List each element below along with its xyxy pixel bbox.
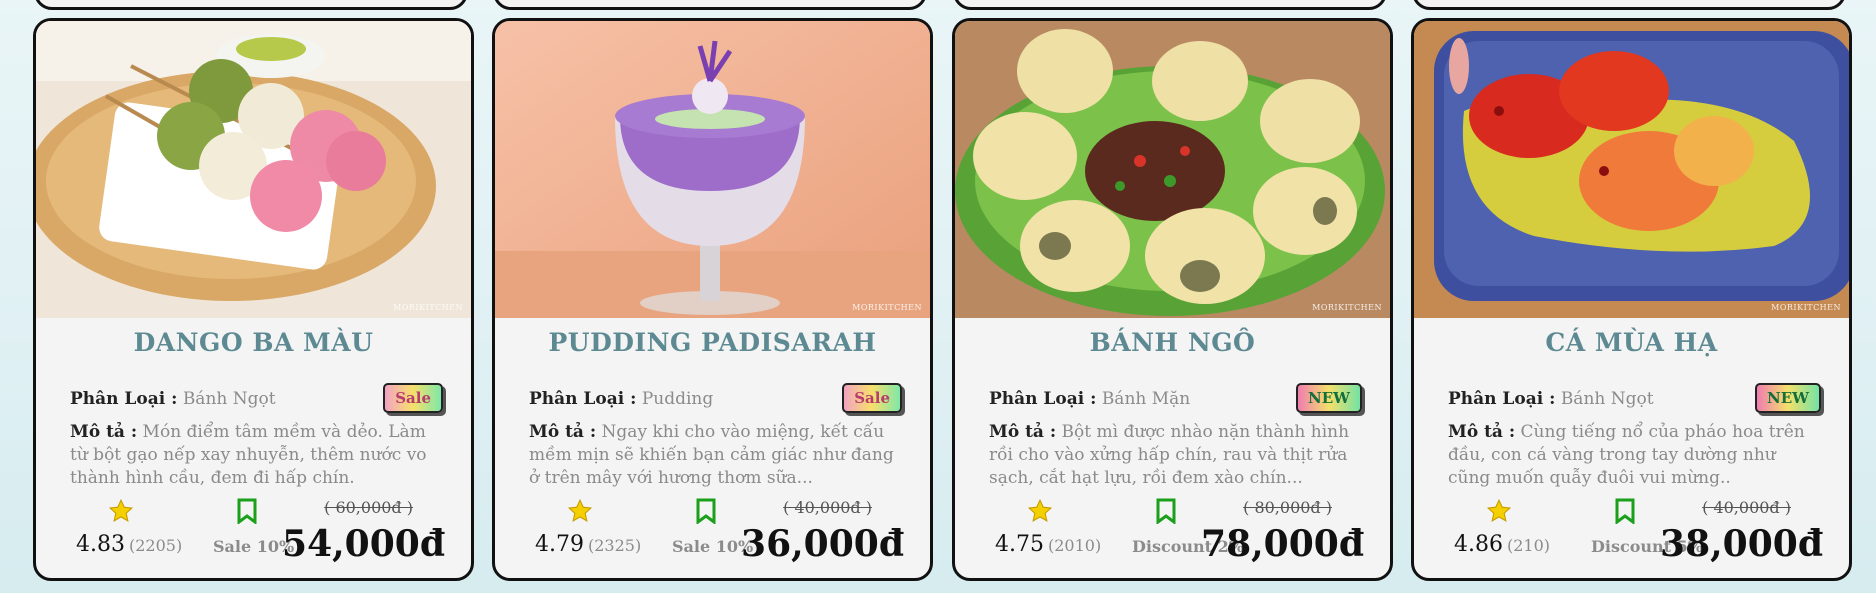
category-label: Phân Loại : — [989, 389, 1097, 409]
star-icon — [108, 498, 134, 528]
rating: 4.75 (2010) — [995, 532, 1101, 557]
previous-row-card-edge — [34, 0, 468, 10]
category-value: Pudding — [641, 389, 714, 409]
description: Mô tả : Cùng tiếng nổ của pháo hoa trên … — [1448, 421, 1823, 490]
previous-row-card-edge — [953, 0, 1387, 10]
product-image[interactable]: MORIKITCHEN — [1414, 21, 1849, 318]
description: Mô tả : Ngay khi cho vào miệng, kết cấu … — [529, 421, 904, 490]
original-price: ( 40,000đ ) — [1702, 498, 1791, 517]
bookmark-icon[interactable] — [1155, 498, 1177, 528]
category-row: Phân Loại : Bánh Ngọt — [1448, 389, 1654, 409]
product-image[interactable]: MORIKITCHEN — [955, 21, 1390, 318]
rating-value: 4.79 — [535, 532, 584, 557]
price: 38,000đ — [1660, 523, 1823, 565]
price: 78,000đ — [1201, 523, 1364, 565]
category-label: Phân Loại : — [70, 389, 178, 409]
star-icon — [1027, 498, 1053, 528]
star-icon — [567, 498, 593, 528]
image-watermark: MORIKITCHEN — [852, 303, 922, 312]
rating: 4.83 (2205) — [76, 532, 182, 557]
category-value: Bánh Ngọt — [1560, 389, 1654, 409]
product-image[interactable]: MORIKITCHEN — [495, 21, 930, 318]
new-badge: NEW — [1296, 383, 1362, 413]
original-price: ( 80,000đ ) — [1243, 498, 1332, 517]
product-card[interactable]: MORIKITCHEN CÁ MÙA HẠ Phân Loại : Bánh N… — [1411, 18, 1852, 581]
product-title[interactable]: PUDDING PADISARAH — [495, 328, 930, 357]
category-row: Phân Loại : Bánh Ngọt — [70, 389, 276, 409]
product-card[interactable]: MORIKITCHEN PUDDING PADISARAH Phân Loại … — [492, 18, 933, 581]
description-label: Mô tả : — [1448, 422, 1516, 442]
rating: 4.79 (2325) — [535, 532, 641, 557]
new-badge: NEW — [1755, 383, 1821, 413]
category-value: Bánh Mặn — [1101, 389, 1191, 409]
category-row: Phân Loại : Pudding — [529, 389, 713, 409]
price: 36,000đ — [741, 523, 904, 565]
category-value: Bánh Ngọt — [182, 389, 276, 409]
sale-badge: Sale — [842, 383, 902, 413]
previous-row-card-edge — [1412, 0, 1846, 10]
product-title[interactable]: CÁ MÙA HẠ — [1414, 328, 1849, 357]
product-card[interactable]: MORIKITCHEN BÁNH NGÔ Phân Loại : Bánh Mặ… — [952, 18, 1393, 581]
price: 54,000đ — [282, 523, 445, 565]
image-watermark: MORIKITCHEN — [393, 303, 463, 312]
product-title[interactable]: BÁNH NGÔ — [955, 328, 1390, 357]
previous-row-card-edge — [493, 0, 927, 10]
rating-count: (2010) — [1047, 536, 1102, 555]
category-label: Phân Loại : — [529, 389, 637, 409]
star-icon — [1486, 498, 1512, 528]
bookmark-icon[interactable] — [695, 498, 717, 528]
description-label: Mô tả : — [70, 422, 138, 442]
rating: 4.86 (210) — [1454, 532, 1550, 557]
rating-value: 4.83 — [76, 532, 125, 557]
bookmark-icon[interactable] — [1614, 498, 1636, 528]
product-title[interactable]: DANGO BA MÀU — [36, 328, 471, 357]
category-label: Phân Loại : — [1448, 389, 1556, 409]
description-label: Mô tả : — [989, 422, 1057, 442]
original-price: ( 40,000đ ) — [783, 498, 872, 517]
rating-count: (210) — [1506, 536, 1551, 555]
rating-count: (2205) — [128, 536, 183, 555]
description: Mô tả : Món điểm tâm mềm và dẻo. Làm từ … — [70, 421, 445, 490]
bookmark-icon[interactable] — [236, 498, 258, 528]
description: Mô tả : Bột mì được nhào nặn thành hình … — [989, 421, 1364, 490]
original-price: ( 60,000đ ) — [324, 498, 413, 517]
product-card[interactable]: MORIKITCHEN DANGO BA MÀU Phân Loại : Bán… — [33, 18, 474, 581]
rating-count: (2325) — [587, 536, 642, 555]
image-watermark: MORIKITCHEN — [1771, 303, 1841, 312]
rating-value: 4.75 — [995, 532, 1044, 557]
image-watermark: MORIKITCHEN — [1312, 303, 1382, 312]
category-row: Phân Loại : Bánh Mặn — [989, 389, 1190, 409]
description-label: Mô tả : — [529, 422, 597, 442]
product-image[interactable]: MORIKITCHEN — [36, 21, 471, 318]
sale-badge: Sale — [383, 383, 443, 413]
rating-value: 4.86 — [1454, 532, 1503, 557]
